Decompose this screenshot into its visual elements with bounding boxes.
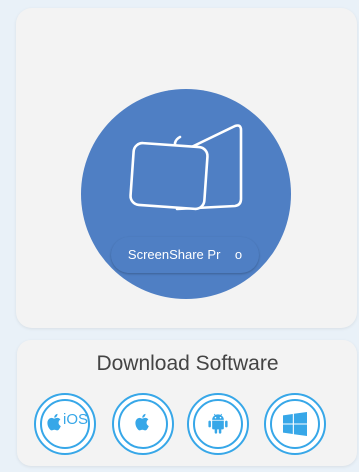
download-mac-button[interactable] (112, 393, 174, 455)
android-icon (208, 413, 228, 434)
app-card: ScreenShare Pr o (16, 8, 357, 328)
download-ios-button[interactable]: iOS (34, 393, 96, 455)
windows-icon (283, 412, 307, 436)
download-title: Download Software (96, 352, 279, 375)
download-windows-button[interactable] (264, 393, 326, 455)
download-android-button[interactable] (187, 393, 249, 455)
apple-icon (47, 413, 61, 431)
ios-label: iOS (63, 411, 89, 428)
apple-icon (135, 413, 149, 431)
app-name-button[interactable]: ScreenShare Pr o (111, 237, 259, 273)
